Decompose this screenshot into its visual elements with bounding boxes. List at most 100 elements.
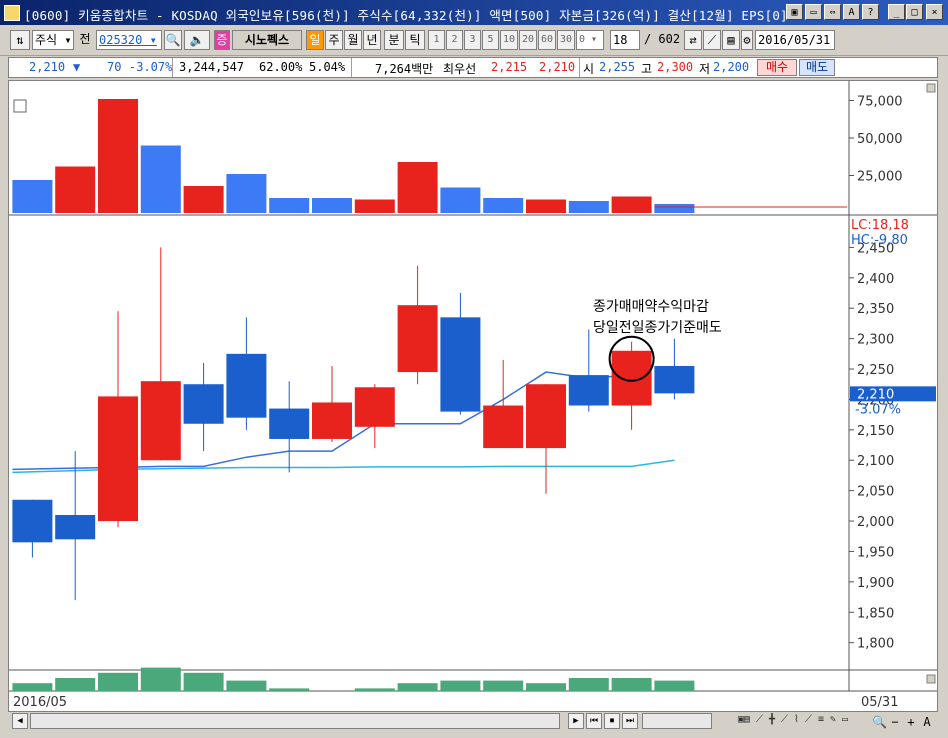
volume-tick-label: 75,000 [857, 95, 903, 110]
interval-button[interactable]: 3 [464, 30, 481, 50]
indicator-bar [526, 683, 566, 691]
stock-code-value: 025320 [99, 33, 143, 47]
chart-line-icon[interactable]: ⟋ [703, 30, 721, 50]
date-input[interactable]: 2016/05/31 [755, 30, 835, 50]
interval-button[interactable]: 10 [500, 30, 518, 50]
close-button[interactable]: × [926, 4, 943, 20]
pin-icon[interactable]: ⇔ [824, 4, 841, 20]
layout-icon[interactable]: ▣ [786, 4, 803, 20]
axis-scroll-down-icon [926, 674, 936, 684]
candle-body [12, 499, 53, 543]
price-tick-label: 1,950 [857, 545, 894, 560]
help-icon[interactable]: ? [862, 4, 879, 20]
stop-icon[interactable]: ⏹ [604, 713, 620, 729]
trade-amount: 7,264백만 [375, 62, 434, 76]
price-tick-label: 2,250 [857, 363, 894, 378]
price-tick-label: 2,050 [857, 485, 894, 500]
candle-body [354, 387, 395, 427]
period-year-button[interactable]: 년 [363, 30, 381, 50]
candle-body [397, 305, 438, 373]
interval-input-value: 0 [579, 34, 586, 45]
volume-tick-label: 25,000 [857, 170, 903, 185]
interval-button[interactable]: 30 [557, 30, 575, 50]
volume-bar [611, 196, 652, 213]
candle-body [312, 402, 352, 439]
divider [351, 58, 352, 77]
indicator-bar [483, 680, 524, 691]
minimize-button[interactable]: _ [888, 4, 905, 20]
candle-body [55, 514, 96, 540]
volume-value: 3,244,547 [179, 60, 245, 74]
maximize-button[interactable]: □ [906, 4, 923, 20]
period-day-button[interactable]: 일 [306, 30, 324, 50]
bottom-toolbar: ◀ ▶ ⏮ ⏹ ⏭ ▣▤ ⟋ ╋ ⟋ ⌇ ⟋ ≡ ✎ ▭ 🔍 − + A [8, 712, 938, 732]
text-tool-icon[interactable]: A [920, 713, 934, 729]
sell-button[interactable]: 매도 [799, 59, 835, 76]
market-type-select[interactable]: 주식 ▾ [32, 30, 74, 50]
indicator-bar [183, 672, 224, 691]
interval-button[interactable]: 5 [482, 30, 499, 50]
interval-button[interactable]: 20 [519, 30, 537, 50]
horizontal-scrollbar[interactable] [30, 713, 560, 729]
period-tick-button[interactable]: 틱 [405, 30, 425, 50]
zoom-out-icon[interactable]: − [888, 713, 902, 729]
first-icon[interactable]: ⏮ [586, 713, 602, 729]
margin-badge: 증 [214, 30, 230, 50]
swap-icon[interactable]: ⇄ [684, 30, 702, 50]
low-label: 저 [699, 62, 711, 76]
period-minute-button[interactable]: 분 [384, 30, 404, 50]
candle-body [183, 384, 224, 424]
window-icon[interactable]: ▭ [805, 4, 822, 20]
zoom-icon[interactable]: 🔍 [872, 713, 886, 729]
stock-code-input[interactable]: 025320 ▾ [96, 30, 162, 50]
grid-icon [13, 99, 27, 113]
price-tick-label: 2,400 [857, 272, 894, 287]
buy-button[interactable]: 매수 [757, 59, 797, 76]
volume-bar [483, 198, 524, 213]
hc-label: HC:-9,80 [851, 233, 908, 248]
indicator-bar [269, 688, 310, 691]
volume-bar [568, 201, 609, 213]
sync-icon[interactable]: ⇅ [10, 30, 30, 50]
speaker-icon[interactable]: 🔈 [184, 30, 210, 50]
volume-tick-label: 50,000 [857, 132, 903, 147]
volume-bar [397, 162, 438, 213]
open-price: 2,255 [599, 60, 636, 74]
price-change: 70 [107, 60, 122, 74]
settings-icon[interactable]: ⚙ [741, 30, 753, 50]
period-month-button[interactable]: 월 [344, 30, 362, 50]
count-input[interactable]: 18 [610, 30, 640, 50]
bookmark-icon[interactable]: ▤ [722, 30, 740, 50]
candle-body [140, 381, 181, 461]
interval-button[interactable]: 1 [428, 30, 445, 50]
volume-bar [312, 198, 352, 213]
interval-button[interactable]: 2 [446, 30, 463, 50]
chart-svg: 75,00050,00025,0002,4502,4002,3502,3002,… [9, 81, 937, 710]
indicator-bar [55, 678, 96, 691]
indicator-bar [568, 678, 609, 691]
toolbar: ⇅ 주식 ▾ 전 025320 ▾ 🔍 🔈 증 시노펙스 일 주 월 년 분 틱… [0, 25, 948, 56]
best-quote-label: 최우선 [443, 62, 477, 76]
current-price: 2,210 [29, 60, 66, 74]
volume-bar [55, 166, 96, 213]
volume-bar [12, 180, 53, 213]
volume-bar [440, 187, 481, 213]
alert-icon[interactable]: A [843, 4, 860, 20]
search-icon[interactable]: 🔍 [164, 30, 182, 50]
price-tick-label: 2,300 [857, 333, 894, 348]
scroll-left-icon[interactable]: ◀ [12, 713, 28, 729]
total-count: / 602 [642, 30, 682, 50]
ratio-2: 5.04% [309, 60, 346, 74]
x-start-label: 2016/05 [13, 695, 67, 710]
interval-button[interactable]: 60 [538, 30, 556, 50]
interval-input[interactable]: 0 ▾ [576, 30, 604, 50]
stock-name: 시노펙스 [232, 30, 302, 50]
last-icon[interactable]: ⏭ [622, 713, 638, 729]
zoom-in-icon[interactable]: + [904, 713, 918, 729]
prev-label: 전 [76, 30, 94, 50]
period-week-button[interactable]: 주 [325, 30, 343, 50]
zoom-slider[interactable] [642, 713, 712, 729]
play-icon[interactable]: ▶ [568, 713, 584, 729]
drawing-tools[interactable]: ▣▤ ⟋ ╋ ⟋ ⌇ ⟋ ≡ ✎ ▭ [716, 713, 870, 729]
axis-scroll-up-icon [926, 83, 936, 93]
